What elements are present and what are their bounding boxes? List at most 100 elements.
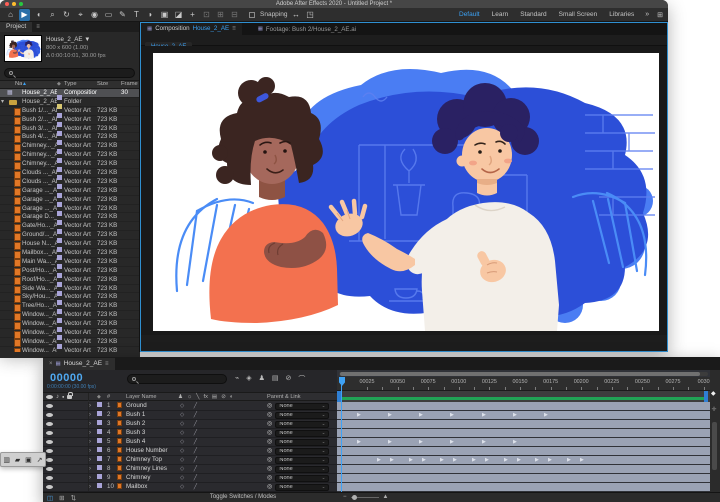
- twirl-icon[interactable]: ›: [89, 420, 97, 428]
- layer-duration-bar[interactable]: [337, 420, 710, 428]
- twirl-icon[interactable]: ›: [89, 429, 97, 437]
- pick-whip-icon[interactable]: ◎: [267, 483, 272, 491]
- layer-visibility-icon[interactable]: [46, 431, 53, 435]
- search-workspace-icon[interactable]: ⊞: [657, 11, 663, 19]
- twirl-icon[interactable]: ›: [89, 438, 97, 446]
- layer-duration-bar[interactable]: ▶▶▶▶▶▶▶: [337, 411, 710, 419]
- workspace-small-screen[interactable]: Small Screen: [559, 11, 598, 18]
- layer-row[interactable]: ›5Bush 4◇ ╱◎None⌄: [43, 438, 337, 447]
- layer-visibility-icon[interactable]: [46, 467, 53, 471]
- project-row[interactable]: Window..._AE.aiVector Art723 KB: [0, 329, 139, 338]
- layer-switches[interactable]: ◇ ╱: [178, 438, 253, 446]
- layer-label-chip[interactable]: [97, 447, 102, 452]
- layer-switches[interactable]: ◇ ╱: [178, 474, 253, 482]
- expand-transfer-controls-icon[interactable]: ⊞: [59, 494, 64, 502]
- pick-whip-icon[interactable]: ◎: [267, 456, 272, 464]
- workspace-libraries[interactable]: Libraries: [609, 11, 634, 18]
- project-row[interactable]: House_2_AEComposition30: [0, 89, 139, 98]
- puppet-pin-tool[interactable]: +: [187, 9, 198, 21]
- draft-3d-icon[interactable]: ◈: [246, 374, 251, 384]
- slate-icon[interactable]: ▥: [3, 456, 10, 464]
- workspace-learn[interactable]: Learn: [492, 11, 509, 18]
- frame-blend-col-icon[interactable]: ▤: [212, 393, 217, 401]
- parent-dropdown[interactable]: None⌄: [275, 475, 329, 482]
- keyframe-arrow-icon[interactable]: ▶: [513, 412, 517, 418]
- type-tool[interactable]: T: [131, 9, 142, 21]
- keyframe-arrow-icon[interactable]: ▶: [440, 457, 444, 463]
- image-icon[interactable]: ▣: [25, 456, 32, 464]
- keyframe-arrow-icon[interactable]: ▶: [544, 412, 548, 418]
- project-row[interactable]: Bush 1/..._AE.aiVector Art723 KB: [0, 107, 139, 116]
- parent-dropdown[interactable]: None⌄: [275, 412, 329, 419]
- time-ruler[interactable]: 0002500050000750010000125001500017500200…: [337, 377, 710, 391]
- twirl-icon[interactable]: ›: [89, 474, 97, 482]
- layer-row[interactable]: ›4Bush 3◇ ╱◎None⌄: [43, 429, 337, 438]
- layer-switches[interactable]: ◇ ╱: [178, 483, 253, 491]
- layer-visibility-icon[interactable]: [46, 404, 53, 408]
- keyframe-arrow-icon[interactable]: ▶: [548, 457, 552, 463]
- project-row[interactable]: Chimney..._AE.aiVector Art723 KB: [0, 151, 139, 160]
- layer-row[interactable]: ›2Bush 1◇ ╱◎None⌄: [43, 411, 337, 420]
- parent-dropdown[interactable]: None⌄: [275, 484, 329, 491]
- keyframe-arrow-icon[interactable]: ▶: [535, 457, 539, 463]
- parent-dropdown[interactable]: None⌄: [275, 439, 329, 446]
- pick-whip-icon[interactable]: ◎: [267, 438, 272, 446]
- project-row[interactable]: Window..._AE.aiVector Art723 KB: [0, 320, 139, 329]
- layer-visibility-icon[interactable]: [46, 485, 53, 489]
- keyframe-arrow-icon[interactable]: ▶: [388, 412, 392, 418]
- layer-row[interactable]: ›6House Number◇ ╱◎None⌄: [43, 447, 337, 456]
- keyframe-arrow-icon[interactable]: ▶: [377, 457, 381, 463]
- layer-duration-bar[interactable]: [337, 402, 710, 410]
- keyframe-arrow-icon[interactable]: ▶: [485, 457, 489, 463]
- project-row[interactable]: Bush 2/..._AE.aiVector Art723 KB: [0, 116, 139, 125]
- layer-name[interactable]: Chimney Lines: [126, 465, 178, 473]
- snap-box-icon[interactable]: ◳: [304, 9, 315, 21]
- panel-menu-icon[interactable]: ≡: [105, 358, 109, 370]
- graph-editor-icon[interactable]: ⌒: [298, 374, 305, 384]
- tab-footage[interactable]: ▦ Footage: Bush 2/House_2_AE.ai: [258, 26, 356, 33]
- project-row[interactable]: Bush 4/..._AE.aiVector Art723 KB: [0, 133, 139, 142]
- keyframe-arrow-icon[interactable]: ▶: [472, 457, 476, 463]
- layer-row[interactable]: ›9Chimney◇ ╱◎None⌄: [43, 474, 337, 483]
- project-row[interactable]: Garage ..._AE.aiVector Art723 KB: [0, 196, 139, 205]
- layer-switches[interactable]: ◇ ╱: [178, 411, 253, 419]
- panel-menu-icon[interactable]: ≡: [36, 24, 40, 30]
- keyframe-arrow-icon[interactable]: ▶: [409, 457, 413, 463]
- keyframe-arrow-icon[interactable]: ▶: [453, 457, 457, 463]
- layer-name[interactable]: Bush 2: [126, 420, 178, 428]
- layer-label-chip[interactable]: [97, 420, 102, 425]
- workspace-overflow-icon[interactable]: »: [645, 11, 649, 18]
- layer-visibility-icon[interactable]: [46, 449, 53, 453]
- twirl-icon[interactable]: ›: [89, 465, 97, 473]
- pick-whip-icon[interactable]: ◎: [267, 465, 272, 473]
- project-row[interactable]: Chimney..._AE.aiVector Art723 KB: [0, 142, 139, 151]
- project-row[interactable]: Garage ..._AE.aiVector Art723 KB: [0, 187, 139, 196]
- layer-switches[interactable]: ◇ ╱: [178, 465, 253, 473]
- layer-switches[interactable]: ◇ ╱: [178, 429, 253, 437]
- twirl-icon[interactable]: ›: [89, 402, 97, 410]
- layer-duration-bar[interactable]: [337, 483, 710, 491]
- keyframe-arrow-icon[interactable]: ▶: [388, 439, 392, 445]
- tab-timeline-comp[interactable]: × ▦ House_2_AE ≡: [43, 358, 115, 370]
- workspace-standard[interactable]: Standard: [520, 11, 546, 18]
- keyframe-arrow-icon[interactable]: ▶: [517, 457, 521, 463]
- keyframe-arrow-icon[interactable]: ▶: [504, 457, 508, 463]
- rotation-tool[interactable]: ◉: [89, 9, 100, 21]
- pick-whip-icon[interactable]: ◎: [267, 447, 272, 455]
- panel-menu-icon[interactable]: ≡: [232, 23, 236, 35]
- project-row[interactable]: Gate/Ho..._AE.aiVector Art723 KB: [0, 222, 139, 231]
- toggle-switches-modes-button[interactable]: Toggle Switches / Modes: [193, 494, 293, 500]
- twirl-icon[interactable]: ›: [89, 411, 97, 419]
- hide-shy-icon[interactable]: ♟: [259, 374, 265, 384]
- shy-col-icon[interactable]: ♟: [178, 393, 183, 401]
- guides-icon[interactable]: ⊟: [229, 9, 240, 21]
- layer-switches[interactable]: ◇ ╱: [178, 456, 253, 464]
- project-row[interactable]: Garage D..._AE.aiVector Art723 KB: [0, 213, 139, 222]
- brush-tool[interactable]: ◗: [145, 9, 156, 21]
- project-columns-header[interactable]: Name ▲ ◆ Type Size Frame: [0, 80, 139, 89]
- timeline-h-scrollbar[interactable]: [339, 372, 708, 376]
- layer-name[interactable]: Bush 3: [126, 429, 178, 437]
- layer-duration-bar[interactable]: [337, 429, 710, 437]
- project-row[interactable]: Clouds ..._AE.aiVector Art723 KB: [0, 169, 139, 178]
- layer-visibility-icon[interactable]: [46, 413, 53, 417]
